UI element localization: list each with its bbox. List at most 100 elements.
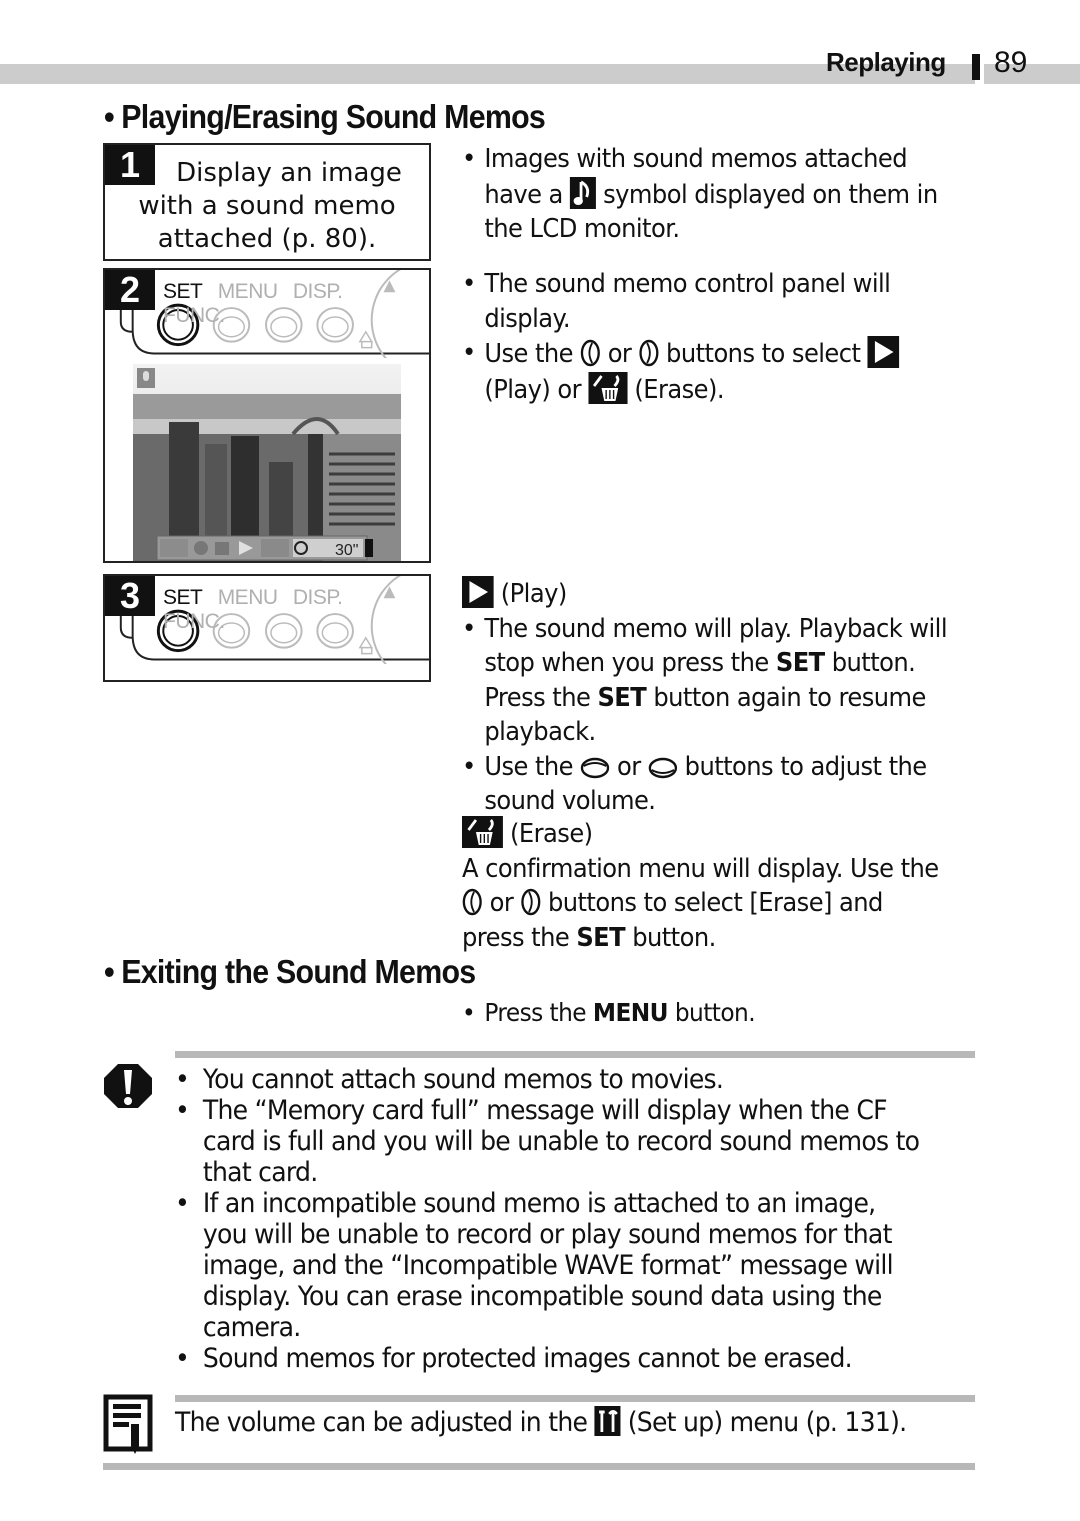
text-line: If an incompatible sound memo is attache…	[202, 1188, 876, 1219]
section-title-playing-erasing: • Playing/Erasing Sound Memos	[104, 98, 546, 135]
lcd-screen-image: 30"	[133, 364, 401, 561]
step-1-line: with a sound memo	[138, 191, 396, 221]
section-title-exiting: • Exiting the Sound Memos	[104, 953, 476, 990]
text-line: Press the	[484, 998, 587, 1027]
text-line: stop when you press the	[484, 648, 769, 678]
left-button-icon	[462, 888, 482, 916]
camera-labels: SET MENU DISP. FUNC.	[163, 586, 429, 634]
erase-icon	[462, 816, 503, 848]
step-number: 3	[105, 576, 155, 616]
step-1-line: Display an image	[176, 158, 402, 188]
text-line: sound volume.	[484, 786, 656, 816]
text-line: button.	[831, 648, 916, 678]
menu-label: MENU	[217, 280, 278, 303]
set-keyword: SET	[775, 648, 825, 678]
header-divider	[972, 54, 980, 80]
erase-section: (Erase) A confirmation menu will display…	[462, 816, 939, 955]
note-bottom-rule	[103, 1463, 975, 1470]
menu-label: MENU	[217, 586, 278, 609]
step-1-text: Display an image with a sound memo attac…	[105, 157, 429, 256]
erase-icon	[588, 371, 628, 404]
text-line: or	[607, 339, 632, 369]
text-line: (Play) or	[484, 374, 582, 405]
play-section: (Play) • The sound memo will play. Playba…	[462, 576, 948, 819]
text-line: button again to resume	[653, 682, 926, 713]
text-line: image, and the “Incompatible WAVE format…	[202, 1250, 894, 1281]
play-icon	[462, 576, 494, 608]
text-line: button.	[674, 998, 756, 1027]
set-keyword: SET	[597, 682, 647, 713]
note-text: The volume can be adjusted in the (Set u…	[175, 1406, 907, 1438]
set-label: SET	[163, 280, 203, 303]
caution-item: • If an incompatible sound memo is attac…	[175, 1188, 894, 1343]
sound-memo-icon	[569, 176, 596, 209]
text-line: card is full and you will be unable to r…	[202, 1126, 920, 1157]
menu-keyword: MENU	[592, 998, 669, 1027]
step-3-box: 3 SET MENU DISP. FUNC.	[103, 574, 431, 682]
step-1-description: • Images with sound memos attached have a…	[462, 142, 938, 247]
text-line: (Erase).	[634, 374, 724, 405]
left-button-icon	[580, 339, 600, 367]
city-skyline-photo: 30"	[133, 364, 401, 561]
up-button-icon	[648, 757, 677, 778]
text-line: that card.	[202, 1157, 318, 1188]
set-label: SET	[163, 586, 203, 609]
text-line: display.	[484, 303, 570, 334]
step-number: 2	[105, 270, 155, 310]
note-top-rule	[175, 1395, 975, 1402]
down-button-icon	[580, 757, 610, 778]
exit-instruction: • Press the MENU button.	[462, 998, 756, 1027]
text-line: The volume can be adjusted in the	[175, 1407, 588, 1438]
text-line: The “Memory card full” message will disp…	[202, 1095, 888, 1126]
page-number: 89	[994, 46, 1028, 79]
camera-labels: SET MENU DISP. FUNC.	[163, 280, 429, 328]
text-line: buttons to select	[666, 339, 861, 369]
text-line: or	[616, 751, 641, 782]
text-line: Sound memos for protected images cannot …	[202, 1343, 853, 1374]
caution-list: • You cannot attach sound memos to movies…	[175, 1064, 920, 1374]
set-keyword: SET	[576, 922, 626, 953]
func-label: FUNC.	[163, 304, 225, 327]
text-line: buttons to select [Erase] and	[547, 888, 883, 918]
text-line: buttons to adjust the	[684, 751, 928, 782]
text-line: camera.	[202, 1312, 301, 1343]
lcd-timer: 30"	[335, 542, 358, 559]
text-line: press the	[462, 922, 570, 953]
section-title-text: Playing/Erasing Sound Memos	[121, 98, 546, 135]
disp-label: DISP.	[292, 586, 343, 609]
right-button-icon	[521, 888, 541, 916]
setup-icon	[594, 1406, 621, 1436]
step-2-box: 2 SET MENU DISP. FUNC. 30"	[103, 268, 431, 563]
caution-item: • You cannot attach sound memos to movies…	[175, 1064, 724, 1095]
step-2-description: • The sound memo control panel will displ…	[462, 267, 900, 407]
play-heading: (Play)	[500, 579, 568, 609]
caution-icon	[104, 1064, 152, 1108]
text-line: (Set up) menu (p. 131).	[627, 1407, 907, 1438]
text-line: The sound memo will play. Playback will	[484, 613, 948, 644]
text-line: Use the	[484, 751, 573, 782]
caution-item: • Sound memos for protected images cannot…	[175, 1343, 853, 1374]
text-line: you will be unable to record or play sou…	[202, 1219, 893, 1250]
step-1-line: attached (p. 80).	[157, 224, 377, 254]
text-line: Use the	[484, 339, 573, 369]
text-line: symbol displayed on them in	[603, 179, 938, 210]
text-line: The sound memo control panel will	[484, 269, 891, 299]
caution-item: • The “Memory card full” message will di…	[175, 1095, 920, 1188]
play-icon	[867, 336, 900, 368]
erase-heading: (Erase)	[510, 819, 593, 849]
text-line: or	[489, 888, 514, 918]
header-section-label: Replaying	[826, 47, 946, 77]
text-line: Images with sound memos attached	[484, 144, 908, 174]
text-line: have a	[484, 179, 563, 210]
text-line: You cannot attach sound memos to movies.	[202, 1064, 724, 1095]
text-line: display. You can erase incompatible soun…	[202, 1281, 882, 1312]
caution-top-rule	[175, 1051, 975, 1058]
section-title-text: Exiting the Sound Memos	[121, 953, 476, 990]
text-line: Press the	[484, 682, 591, 713]
text-line: button.	[632, 922, 716, 953]
text-line: the LCD monitor.	[484, 214, 680, 244]
func-label: FUNC.	[163, 610, 225, 633]
step-1-box: 1 Display an image with a sound memo att…	[103, 143, 431, 261]
memo-icon	[103, 1394, 153, 1454]
disp-label: DISP.	[292, 280, 343, 303]
